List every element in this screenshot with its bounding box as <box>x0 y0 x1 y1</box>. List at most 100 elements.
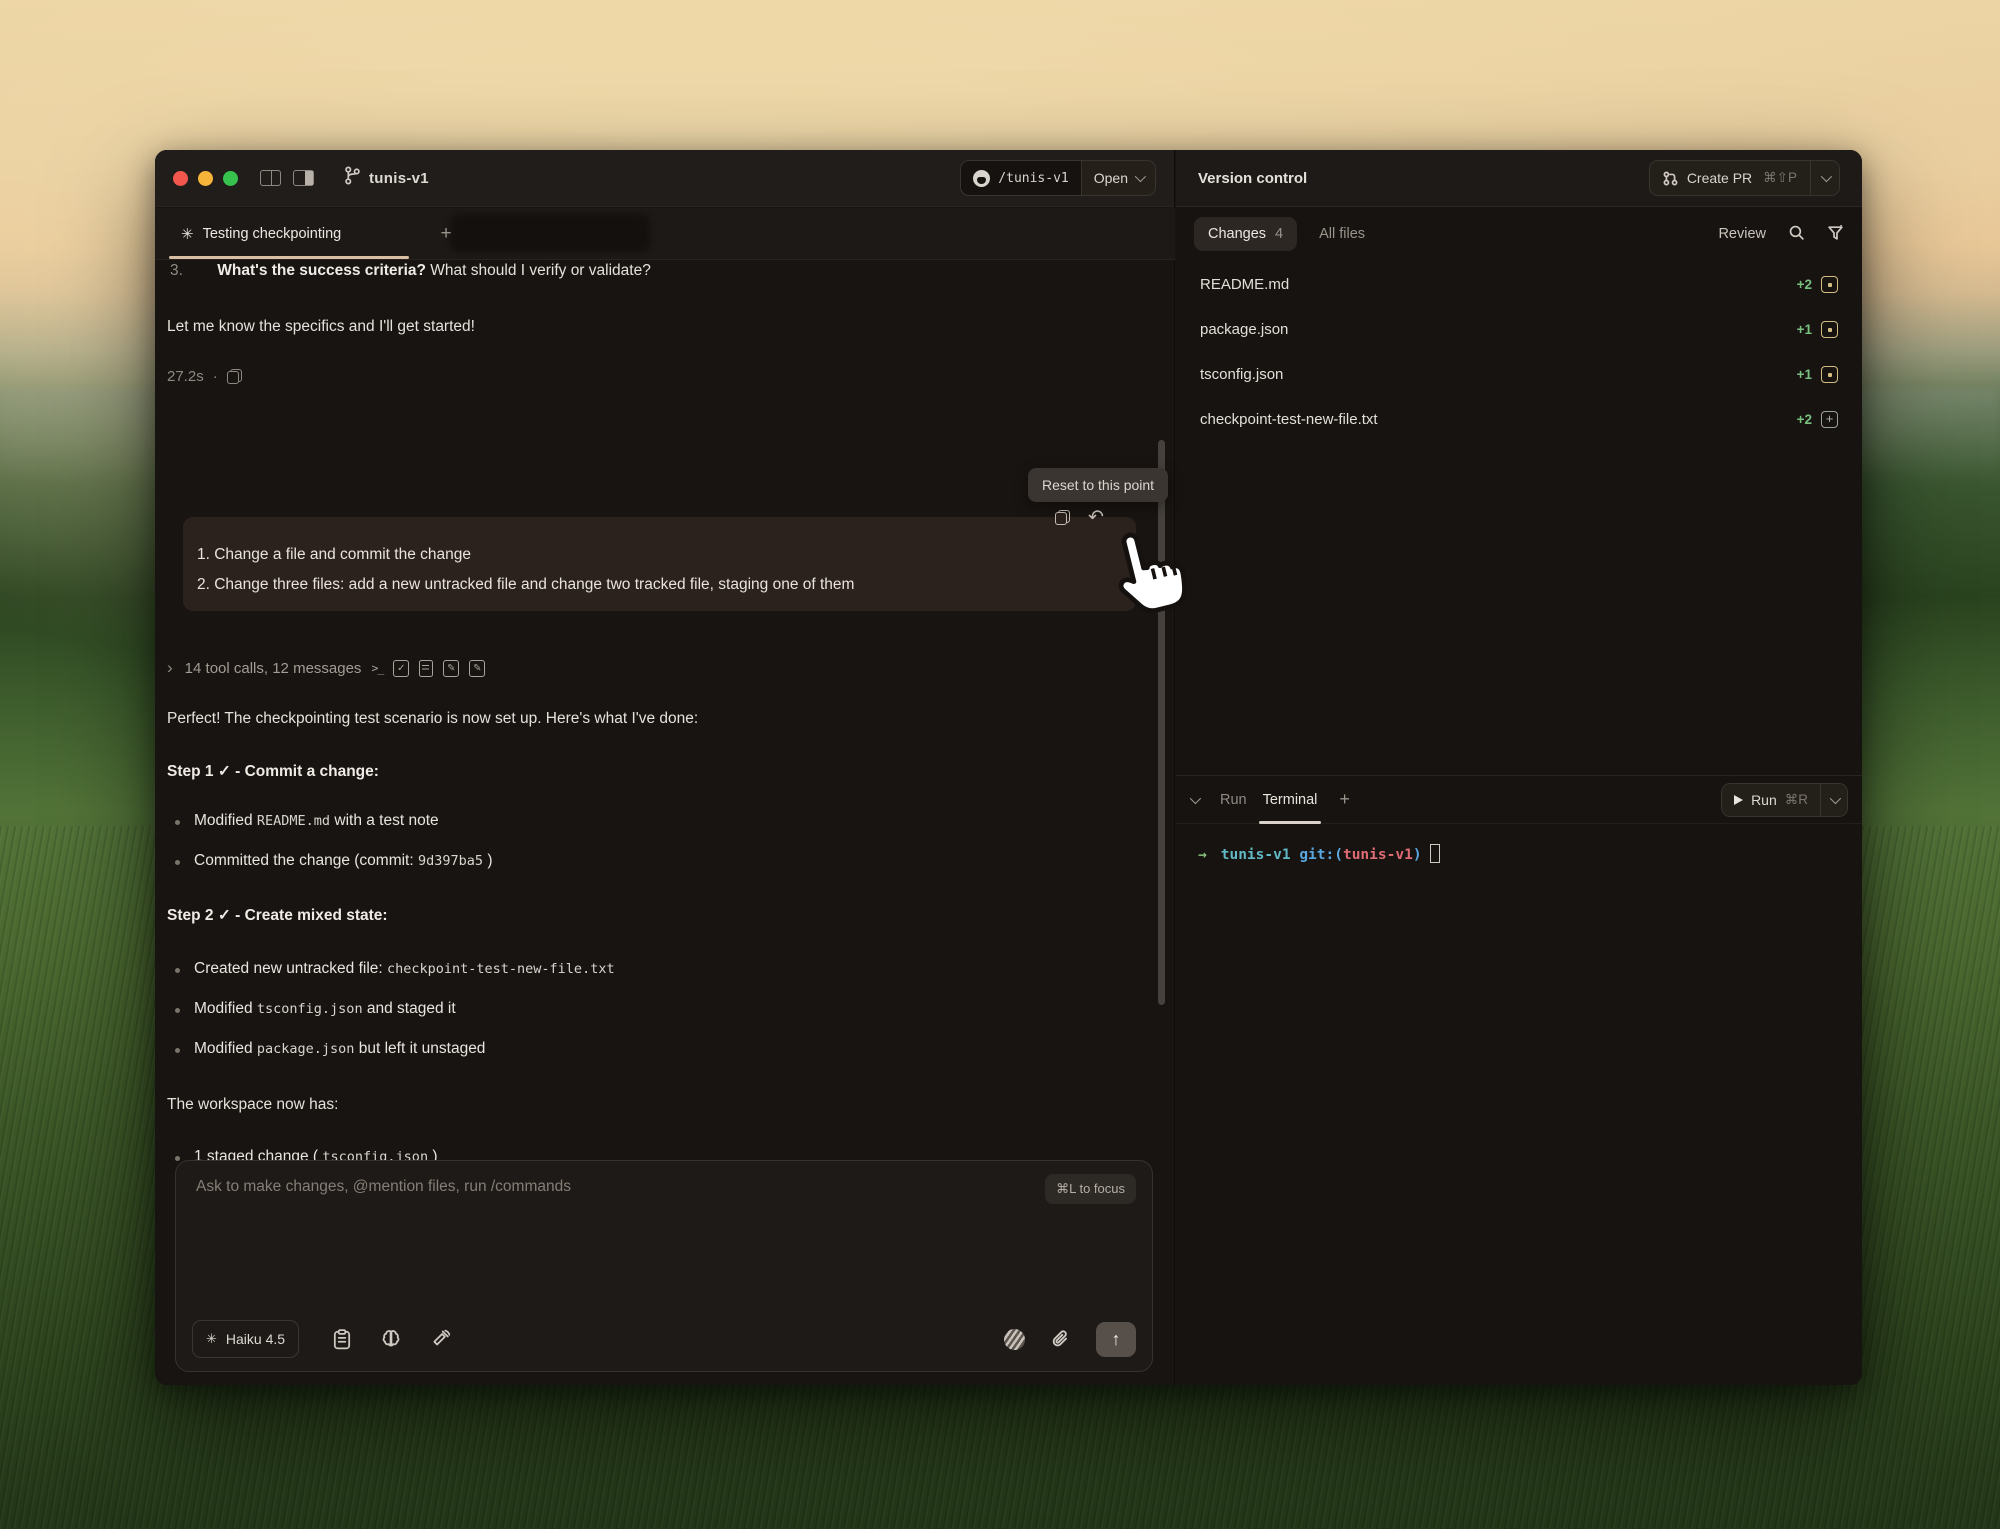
run-shortcut: ⌘R <box>1785 792 1808 808</box>
list-item: Committed the change (commit: 9d397ba5 ) <box>155 852 492 870</box>
model-label: Haiku 4.5 <box>226 1331 285 1347</box>
hammer-icon[interactable] <box>431 1329 451 1349</box>
chat-scroll-area[interactable]: 3. What's the success criteria? What sho… <box>155 260 1175 1160</box>
vc-tab-row: Changes 4 All files Review <box>1176 208 1862 260</box>
create-pr-button[interactable]: Create PR ⌘⇧P <box>1650 161 1810 195</box>
git-suffix: ) <box>1413 847 1422 863</box>
new-terminal-button[interactable]: + <box>1339 789 1350 810</box>
layout-sidebar-right-icon[interactable] <box>293 170 314 186</box>
reset-tooltip: Reset to this point <box>1028 468 1168 502</box>
create-pr-group: Create PR ⌘⇧P <box>1649 160 1840 196</box>
checkbox-mini-icon: ✓ <box>393 660 409 677</box>
git-branch-icon <box>344 166 361 190</box>
open-button[interactable]: Open <box>1081 161 1155 195</box>
window-title: tunis-v1 <box>369 170 429 187</box>
message-actions: ↶ <box>1055 510 1104 525</box>
chat-pane: tunis-v1 /tunis-v1 Open ✳ Testing checkp… <box>155 150 1175 1385</box>
question-bold: What's the success criteria? <box>217 262 426 279</box>
send-button[interactable]: ↑ <box>1096 1322 1136 1357</box>
tab-testing-checkpointing[interactable]: ✳ Testing checkpointing <box>175 208 347 260</box>
traffic-lights <box>173 171 238 186</box>
workspace-heading: The workspace now has: <box>167 1096 338 1114</box>
open-label: Open <box>1094 170 1128 186</box>
filter-icon[interactable] <box>1827 224 1844 245</box>
run-button-group: Run ⌘R <box>1721 783 1848 817</box>
composer-toolbar: ✳ Haiku 4.5 ↑ <box>192 1319 1136 1359</box>
file-row[interactable]: README.md +2 <box>1176 262 1862 307</box>
file-row[interactable]: tsconfig.json +1 <box>1176 352 1862 397</box>
create-pr-shortcut: ⌘⇧P <box>1763 170 1797 186</box>
run-label: Run <box>1751 792 1777 808</box>
chat-tabbar: ✳ Testing checkpointing + <box>155 208 1175 260</box>
brain-icon[interactable] <box>381 1329 401 1349</box>
zoom-button[interactable] <box>223 171 238 186</box>
tab-terminal[interactable]: Terminal <box>1255 776 1326 824</box>
duration-label: 27.2s <box>167 368 204 385</box>
composer[interactable]: Ask to make changes, @mention files, run… <box>175 1160 1153 1372</box>
tab-all-files[interactable]: All files <box>1319 226 1365 242</box>
pull-request-icon <box>1663 171 1678 186</box>
model-selector[interactable]: ✳ Haiku 4.5 <box>192 1320 299 1358</box>
ghost-tab <box>450 214 650 252</box>
focus-hint-badge: ⌘L to focus <box>1045 1174 1136 1204</box>
dot-separator: · <box>213 368 218 385</box>
review-button[interactable]: Review <box>1718 226 1766 242</box>
prompt-arrow: → <box>1198 847 1207 863</box>
copy-message-icon[interactable] <box>1055 510 1070 525</box>
minimize-button[interactable] <box>198 171 213 186</box>
tab-changes[interactable]: Changes 4 <box>1194 217 1297 251</box>
tool-calls-summary[interactable]: › 14 tool calls, 12 messages >_ ✓ ✎ ✎ <box>167 658 485 678</box>
version-control-title: Version control <box>1198 170 1307 187</box>
git-branch-name: tunis-v1 <box>1343 847 1413 863</box>
assistant-numbered-item: 3. What's the success criteria? What sho… <box>170 262 651 280</box>
list-number: 3. <box>170 262 183 279</box>
play-icon <box>1734 795 1743 805</box>
list-item: Modified package.json but left it unstag… <box>155 1040 485 1058</box>
file-edit-mini-icon: ✎ <box>443 660 459 677</box>
file-row[interactable]: checkpoint-test-new-file.txt +2 <box>1176 397 1862 442</box>
sparkle-icon: ✳ <box>181 225 194 243</box>
new-tab-button[interactable]: + <box>433 221 459 247</box>
document-mini-icon <box>419 660 433 677</box>
assistant-closing-line: Let me know the specifics and I'll get s… <box>167 318 475 336</box>
message-meta: 27.2s · <box>167 368 242 385</box>
user-message-line: 2. Change three files: add a new untrack… <box>197 570 1122 600</box>
close-button[interactable] <box>173 171 188 186</box>
prompt-directory: tunis-v1 <box>1221 847 1291 863</box>
modified-status-icon <box>1821 276 1838 293</box>
layout-columns-icon[interactable] <box>260 170 281 186</box>
collapse-chevron-icon[interactable] <box>1190 792 1201 803</box>
run-button[interactable]: Run ⌘R <box>1722 784 1820 816</box>
paperclip-icon[interactable] <box>1051 1329 1070 1350</box>
create-pr-dropdown[interactable] <box>1810 161 1839 195</box>
git-prefix: git:( <box>1299 847 1343 863</box>
file-edit-mini-icon: ✎ <box>469 660 485 677</box>
file-name: package.json <box>1200 321 1288 338</box>
disclosure-chevron-icon[interactable]: › <box>167 658 173 678</box>
titlebar[interactable]: tunis-v1 /tunis-v1 Open <box>155 150 1174 207</box>
user-message-line: 1. Change a file and commit the change <box>197 540 1122 570</box>
list-item: Modified README.md with a test note <box>155 812 439 830</box>
modified-status-icon <box>1821 321 1838 338</box>
step2-heading: Step 2 ✓ - Create mixed state: <box>167 906 388 925</box>
file-name: README.md <box>1200 276 1289 293</box>
list-item: Created new untracked file: checkpoint-t… <box>155 960 615 978</box>
context-usage-icon[interactable] <box>1004 1329 1025 1350</box>
terminal-output[interactable]: →tunis-v1 git:(tunis-v1) <box>1176 824 1862 883</box>
terminal-cursor <box>1430 844 1440 863</box>
repo-open-group: /tunis-v1 Open <box>960 160 1156 196</box>
create-pr-label: Create PR <box>1687 170 1752 186</box>
list-item: Modified tsconfig.json and staged it <box>155 1000 456 1018</box>
tab-label: Testing checkpointing <box>203 226 342 242</box>
repo-button[interactable]: /tunis-v1 <box>961 161 1080 195</box>
reset-to-point-icon[interactable]: ↶ <box>1088 510 1104 525</box>
copy-icon[interactable] <box>227 369 242 384</box>
user-message-bubble[interactable]: 1. Change a file and commit the change 2… <box>183 517 1136 611</box>
tab-run[interactable]: Run <box>1212 792 1255 808</box>
clipboard-icon[interactable] <box>333 1329 351 1350</box>
composer-placeholder: Ask to make changes, @mention files, run… <box>196 1178 571 1196</box>
file-row[interactable]: package.json +1 <box>1176 307 1862 352</box>
run-dropdown[interactable] <box>1820 784 1847 816</box>
search-icon[interactable] <box>1788 224 1805 245</box>
added-lines-badge: +1 <box>1797 322 1812 337</box>
